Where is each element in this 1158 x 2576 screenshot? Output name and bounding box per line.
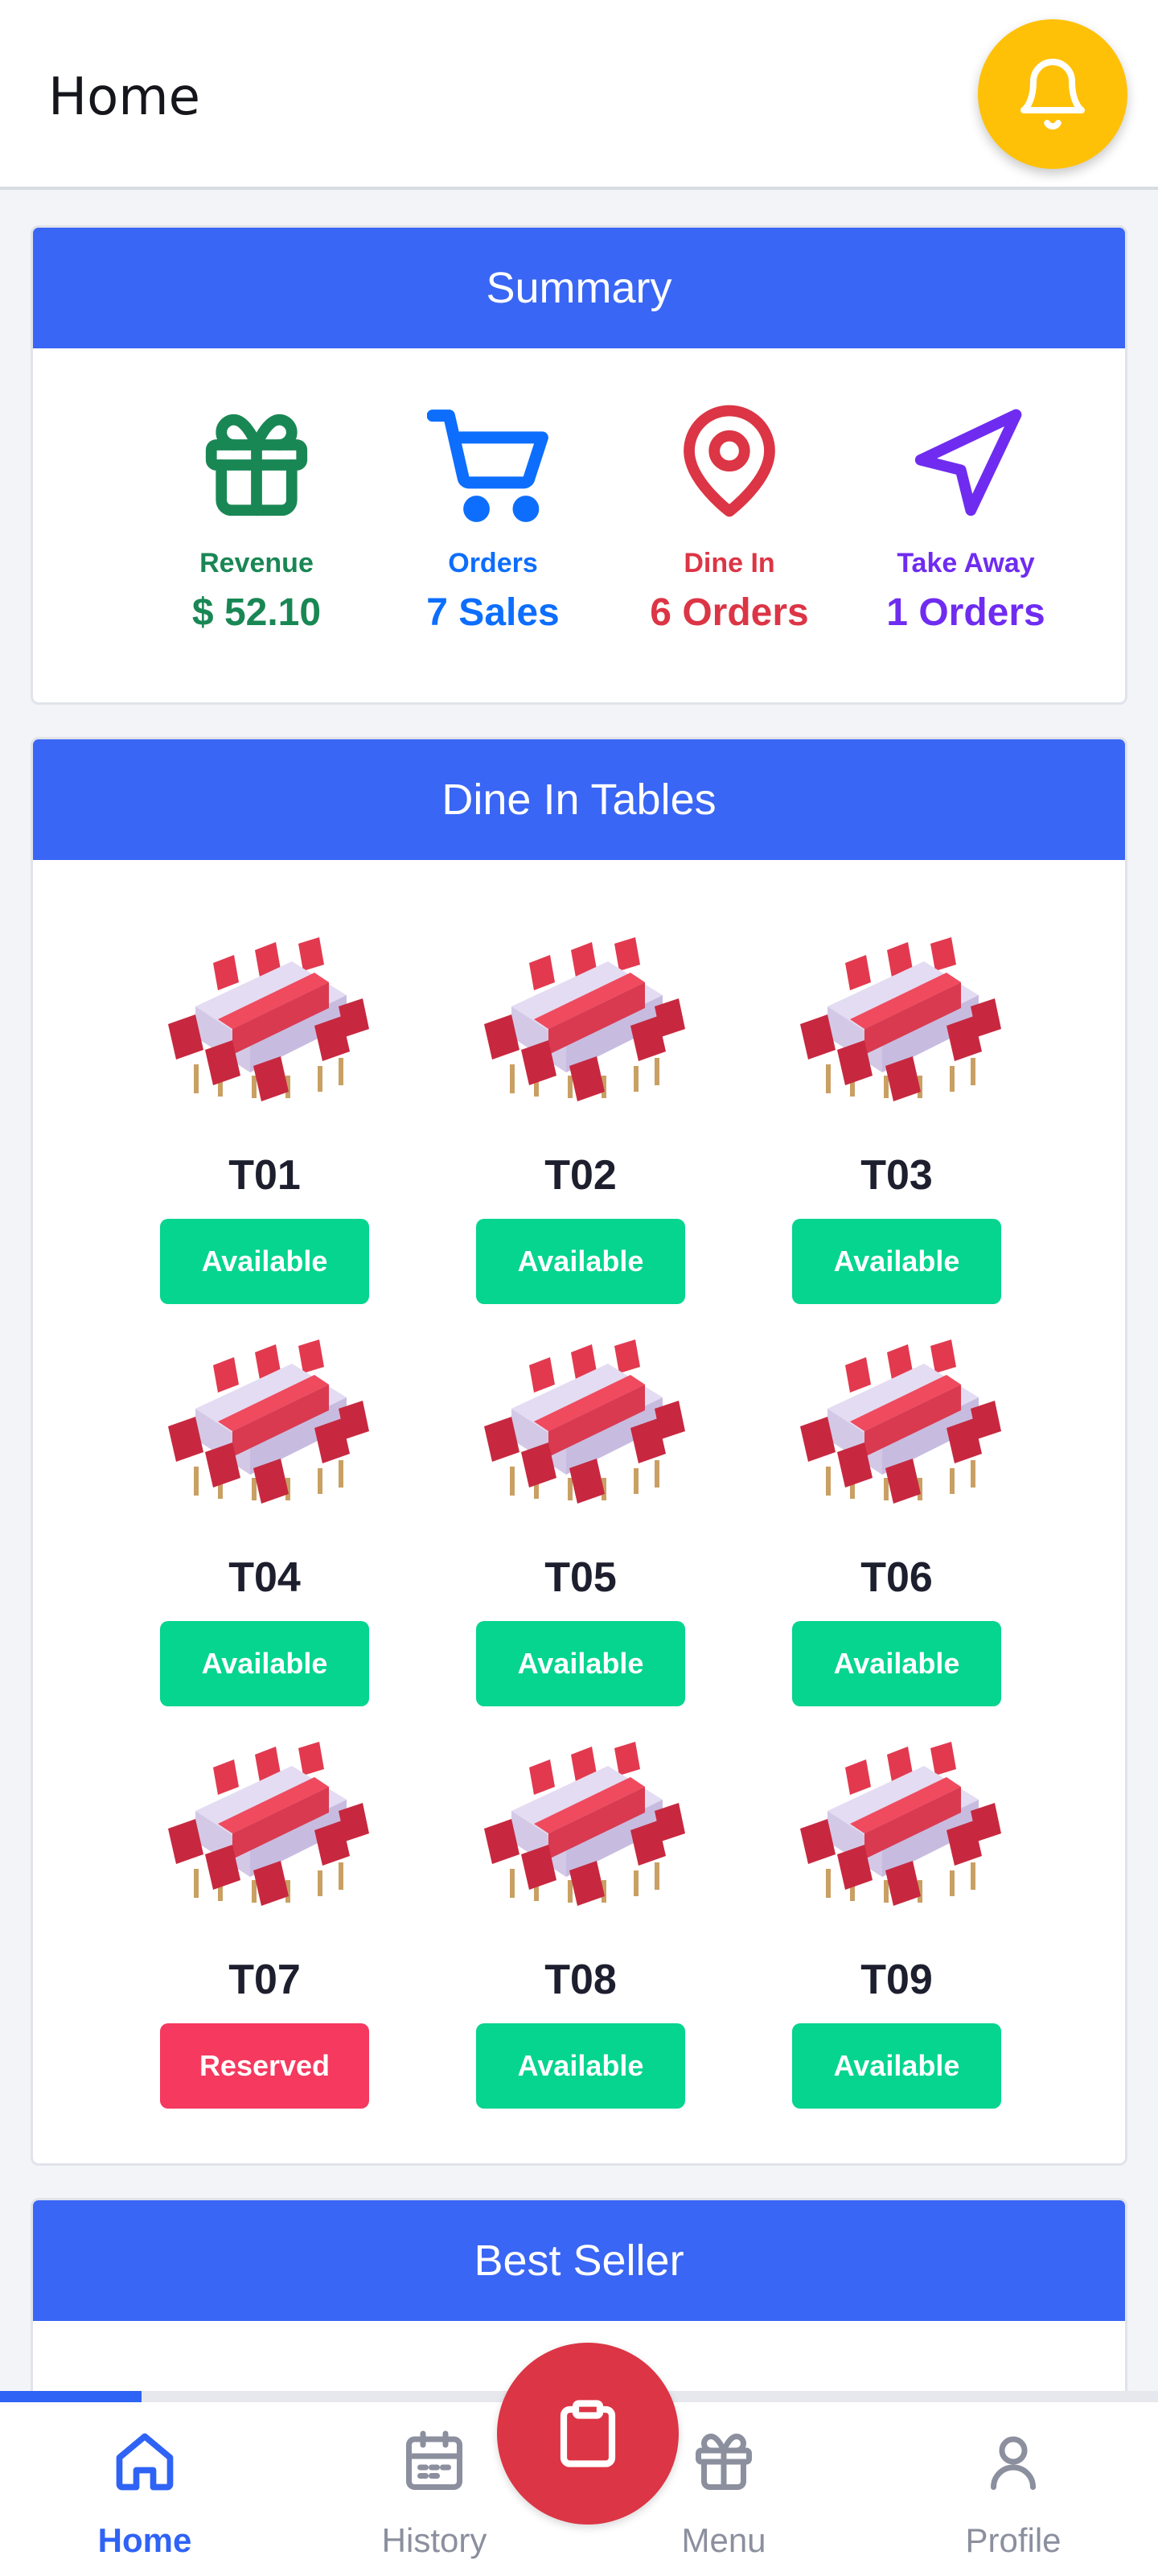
stat-value: 7 Sales	[426, 591, 560, 634]
nav-label: Profile	[965, 2521, 1062, 2559]
dine-in-tables-card: Dine In Tables T01 Available T02 Available T…	[31, 737, 1127, 2166]
nav-home[interactable]: Home	[40, 2422, 249, 2560]
nav-indicator	[0, 2391, 142, 2402]
best-seller-title: Best Seller	[33, 2200, 1125, 2321]
nav-label: History	[381, 2521, 487, 2559]
dining-table-icon	[800, 1339, 1001, 1504]
table-status-badge[interactable]: Available	[160, 1621, 369, 1706]
nav-label: Menu	[681, 2521, 766, 2559]
table-name: T03	[860, 1152, 933, 1199]
table-image	[460, 1331, 701, 1508]
map-pin-icon	[684, 405, 775, 517]
dining-table-icon	[800, 1742, 1001, 1906]
nav-label: Home	[97, 2521, 192, 2559]
new-order-fab[interactable]	[497, 2343, 679, 2525]
table-status-badge[interactable]: Available	[476, 1621, 685, 1706]
summary-title: Summary	[33, 228, 1125, 348]
table-image	[144, 1331, 385, 1508]
table-image	[776, 1331, 1017, 1508]
table-image	[144, 929, 385, 1106]
table-name: T09	[860, 1957, 933, 2003]
stat-dine-in: Dine In 6 Orders	[617, 389, 842, 635]
table-status-badge[interactable]: Available	[476, 1219, 685, 1304]
table-image	[460, 929, 701, 1106]
stat-orders: Orders 7 Sales	[380, 389, 606, 635]
table-name: T07	[228, 1957, 301, 2003]
summary-card: Summary Revenue $ 52.10 Orders 7 Sales D…	[31, 225, 1127, 705]
stat-value: 6 Orders	[650, 591, 809, 634]
table-name: T04	[228, 1554, 301, 1601]
table-status-badge[interactable]: Available	[476, 2023, 685, 2109]
stat-take-away: Take Away 1 Orders	[853, 389, 1078, 635]
table-card[interactable]: T02 Available	[460, 929, 701, 1304]
dining-table-icon	[168, 937, 369, 1101]
cart-icon	[427, 409, 548, 522]
stat-value: 1 Orders	[886, 591, 1045, 634]
dining-table-icon	[484, 1339, 685, 1504]
home-icon	[116, 2433, 174, 2491]
stat-revenue: Revenue $ 52.10	[144, 389, 369, 635]
table-status-badge[interactable]: Available	[792, 2023, 1001, 2109]
table-image	[776, 929, 1017, 1106]
user-icon	[991, 2436, 1036, 2490]
gift-icon	[696, 2434, 752, 2490]
table-card[interactable]: T05 Available	[460, 1331, 701, 1706]
table-name: T06	[860, 1554, 933, 1601]
notification-button[interactable]	[978, 19, 1127, 169]
bell-icon	[1020, 59, 1085, 130]
table-status-badge[interactable]: Available	[160, 1219, 369, 1304]
stat-label: Dine In	[684, 548, 775, 578]
table-status-badge[interactable]: Available	[792, 1219, 1001, 1304]
table-card[interactable]: T08 Available	[460, 1734, 701, 2109]
dining-table-icon	[484, 1742, 685, 1906]
table-image	[776, 1734, 1017, 1911]
table-card[interactable]: T04 Available	[144, 1331, 385, 1706]
navigation-icon	[914, 409, 1022, 516]
gift-icon	[205, 414, 308, 516]
table-image	[144, 1734, 385, 1911]
table-card[interactable]: T06 Available	[776, 1331, 1017, 1706]
table-status-badge[interactable]: Available	[792, 1621, 1001, 1706]
calendar-icon	[406, 2430, 462, 2490]
top-app-bar: Home	[0, 0, 1158, 190]
stat-label: Take Away	[897, 548, 1035, 578]
table-card[interactable]: T03 Available	[776, 929, 1017, 1304]
table-card[interactable]: T07 Reserved	[144, 1734, 385, 2109]
dining-table-icon	[168, 1742, 369, 1906]
table-name: T05	[544, 1554, 617, 1601]
stat-label: Orders	[448, 548, 538, 578]
page-title: Home	[48, 68, 200, 127]
stat-value: $ 52.10	[191, 591, 322, 634]
table-status-badge[interactable]: Reserved	[160, 2023, 369, 2109]
table-card[interactable]: T09 Available	[776, 1734, 1017, 2109]
table-name: T08	[544, 1957, 617, 2003]
dine-in-title: Dine In Tables	[33, 739, 1125, 860]
nav-profile[interactable]: Profile	[909, 2422, 1118, 2560]
dining-table-icon	[800, 937, 1001, 1101]
table-name: T02	[544, 1152, 617, 1199]
dining-table-icon	[168, 1339, 369, 1504]
table-card[interactable]: T01 Available	[144, 929, 385, 1304]
clipboard-icon	[560, 2400, 616, 2467]
table-image	[460, 1734, 701, 1911]
stat-label: Revenue	[199, 548, 314, 578]
table-name: T01	[228, 1152, 301, 1199]
dining-table-icon	[484, 937, 685, 1101]
